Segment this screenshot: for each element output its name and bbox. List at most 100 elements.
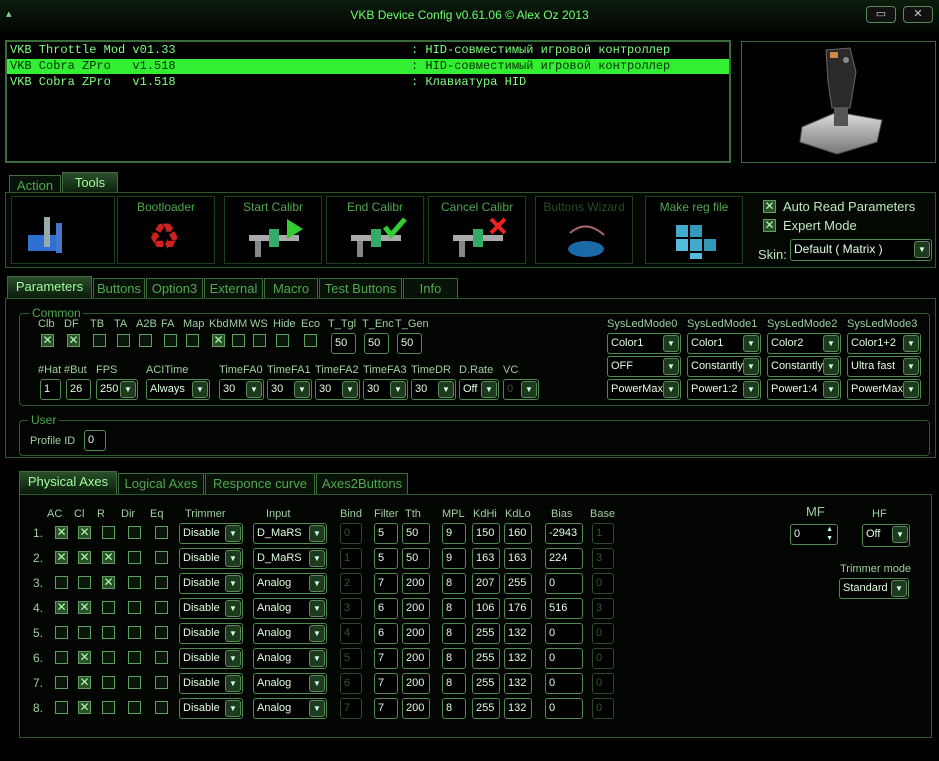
axis-tth-field[interactable]: 200 — [402, 673, 430, 694]
acitime-select[interactable]: Always ▼ — [146, 379, 210, 400]
flag-checkbox[interactable] — [164, 334, 177, 347]
axis-mpl-field[interactable]: 8 — [442, 623, 466, 644]
tab-external[interactable]: External — [204, 278, 263, 299]
tab-test-buttons[interactable]: Test Buttons — [319, 278, 402, 299]
axis-tth-field[interactable]: 200 — [402, 598, 430, 619]
axis-dir-checkbox[interactable] — [128, 626, 141, 639]
flag-checkbox[interactable] — [93, 334, 106, 347]
axis-kdhi-field[interactable]: 106 — [472, 598, 500, 619]
axis-trimmer-select[interactable]: Disable ▼ — [179, 573, 243, 594]
tab-parameters[interactable]: Parameters — [7, 276, 92, 298]
sysled-select[interactable]: Constantly ▼ — [767, 356, 841, 377]
axis-tth-field[interactable]: 200 — [402, 648, 430, 669]
trimmer-mode-select[interactable]: Standard ▼ — [839, 578, 909, 599]
device-list[interactable]: VKB Throttle Mod v01.33: HID-совместимый… — [5, 40, 731, 163]
device-row[interactable]: VKB Throttle Mod v01.33: HID-совместимый… — [7, 43, 729, 58]
axis-tth-field[interactable]: 200 — [402, 698, 430, 719]
vc-select[interactable]: 0 ▼ — [503, 379, 539, 400]
profile-id-field[interactable]: 0 — [84, 430, 106, 451]
axis-r-checkbox[interactable] — [102, 676, 115, 689]
expert-mode-checkbox[interactable]: ✕ — [763, 219, 776, 232]
auto-read-checkbox[interactable]: ✕ — [763, 200, 776, 213]
axis-kdlo-field[interactable]: 160 — [504, 523, 532, 544]
axis-trimmer-select[interactable]: Disable ▼ — [179, 598, 243, 619]
axis-input-select[interactable]: Analog ▼ — [253, 648, 327, 669]
axis-bias-field[interactable]: 0 — [545, 673, 583, 694]
axis-mpl-field[interactable]: 8 — [442, 598, 466, 619]
axis-dir-checkbox[interactable] — [128, 651, 141, 664]
end-calibr-button[interactable]: End Calibr — [326, 196, 424, 264]
axis-input-select[interactable]: D_MaRS ▼ — [253, 523, 327, 544]
axis-r-checkbox[interactable] — [102, 626, 115, 639]
hf-select[interactable]: Off ▼ — [862, 524, 910, 547]
axis-eq-checkbox[interactable] — [155, 651, 168, 664]
axis-r-checkbox[interactable] — [102, 701, 115, 714]
axis-base-field[interactable]: 0 — [592, 623, 614, 644]
flag-checkbox[interactable] — [186, 334, 199, 347]
axis-r-checkbox[interactable] — [102, 651, 115, 664]
axis-mpl-field[interactable]: 8 — [442, 648, 466, 669]
axis-ac-checkbox[interactable]: ✕ — [55, 526, 68, 539]
axis-mpl-field[interactable]: 8 — [442, 673, 466, 694]
axis-input-select[interactable]: Analog ▼ — [253, 673, 327, 694]
axis-bind-field[interactable]: 6 — [340, 673, 362, 694]
axis-cl-checkbox[interactable]: ✕ — [78, 551, 91, 564]
axis-ac-checkbox[interactable] — [55, 626, 68, 639]
sysled-select[interactable]: PowerMax ▼ — [607, 379, 681, 400]
axis-base-field[interactable]: 0 — [592, 673, 614, 694]
tab-physical-axes[interactable]: Physical Axes — [19, 471, 117, 494]
sysled-select[interactable]: PowerMax ▼ — [847, 379, 921, 400]
axis-r-checkbox[interactable] — [102, 601, 115, 614]
axis-filter-field[interactable]: 7 — [374, 698, 398, 719]
axis-filter-field[interactable]: 6 — [374, 598, 398, 619]
tab-info[interactable]: Info — [403, 278, 458, 299]
axis-input-select[interactable]: D_MaRS ▼ — [253, 548, 327, 569]
axis-kdhi-field[interactable]: 255 — [472, 623, 500, 644]
axis-kdhi-field[interactable]: 207 — [472, 573, 500, 594]
axis-filter-field[interactable]: 5 — [374, 523, 398, 544]
axis-eq-checkbox[interactable] — [155, 526, 168, 539]
axis-ac-checkbox[interactable] — [55, 676, 68, 689]
axis-base-field[interactable]: 0 — [592, 648, 614, 669]
axis-eq-checkbox[interactable] — [155, 701, 168, 714]
axis-tth-field[interactable]: 200 — [402, 573, 430, 594]
axis-bias-field[interactable]: 0 — [545, 573, 583, 594]
time-fa-select[interactable]: 30 ▼ — [411, 379, 456, 400]
cancel-calibr-button[interactable]: Cancel Calibr — [428, 196, 526, 264]
axis-kdhi-field[interactable]: 255 — [472, 673, 500, 694]
axis-ac-checkbox[interactable] — [55, 576, 68, 589]
axis-kdlo-field[interactable]: 132 — [504, 623, 532, 644]
axis-filter-field[interactable]: 7 — [374, 573, 398, 594]
but-field[interactable]: 26 — [66, 379, 91, 400]
flag-checkbox[interactable]: ✕ — [41, 334, 54, 347]
flag-checkbox[interactable] — [117, 334, 130, 347]
axis-ac-checkbox[interactable] — [55, 701, 68, 714]
axis-kdlo-field[interactable]: 132 — [504, 648, 532, 669]
axis-trimmer-select[interactable]: Disable ▼ — [179, 673, 243, 694]
axis-base-field[interactable]: 3 — [592, 598, 614, 619]
axis-trimmer-select[interactable]: Disable ▼ — [179, 623, 243, 644]
axis-bind-field[interactable]: 3 — [340, 598, 362, 619]
axis-filter-field[interactable]: 7 — [374, 648, 398, 669]
axis-cl-checkbox[interactable]: ✕ — [78, 526, 91, 539]
tools-icon-button[interactable] — [11, 196, 115, 264]
axis-eq-checkbox[interactable] — [155, 626, 168, 639]
axis-input-select[interactable]: Analog ▼ — [253, 573, 327, 594]
sysled-select[interactable]: Color1 ▼ — [687, 333, 761, 354]
axis-bias-field[interactable]: 224 — [545, 548, 583, 569]
flag-checkbox[interactable]: ✕ — [67, 334, 80, 347]
axis-kdlo-field[interactable]: 255 — [504, 573, 532, 594]
sysled-select[interactable]: OFF ▼ — [607, 356, 681, 377]
axis-tth-field[interactable]: 50 — [402, 523, 430, 544]
axis-bias-field[interactable]: 0 — [545, 698, 583, 719]
t-gen-field[interactable]: 50 — [397, 333, 422, 354]
tab-option3[interactable]: Option3 — [146, 278, 203, 299]
axis-kdhi-field[interactable]: 150 — [472, 523, 500, 544]
axis-cl-checkbox[interactable] — [78, 576, 91, 589]
axis-base-field[interactable]: 0 — [592, 573, 614, 594]
axis-mpl-field[interactable]: 9 — [442, 548, 466, 569]
t-enc-field[interactable]: 50 — [364, 333, 389, 354]
axis-input-select[interactable]: Analog ▼ — [253, 698, 327, 719]
tab-logical-axes[interactable]: Logical Axes — [118, 473, 204, 494]
axis-eq-checkbox[interactable] — [155, 601, 168, 614]
